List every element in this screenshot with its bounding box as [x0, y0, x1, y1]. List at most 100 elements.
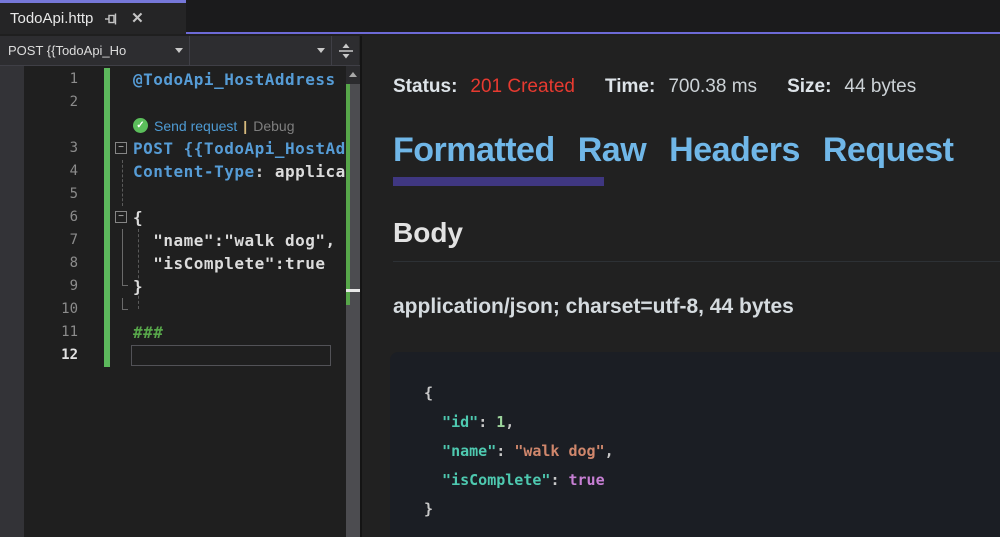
editor-line[interactable]: 3 −POST {{TodoApi_HostAddress}}/todoitems: [0, 137, 346, 160]
status-label: Status:: [393, 76, 457, 98]
fold-margin: [78, 275, 133, 298]
response-tab-request[interactable]: Request: [823, 131, 954, 170]
editor-line[interactable]: 9}: [0, 275, 346, 298]
code-token: :: [496, 442, 514, 460]
line-number: 1: [0, 68, 78, 91]
editor-line[interactable]: 6 −{: [0, 206, 346, 229]
time-value: 700.38 ms: [668, 76, 757, 98]
response-tab-raw[interactable]: Raw: [578, 131, 646, 170]
code-token: POST {{TodoApi_HostAddress}}/todoitems: [133, 139, 346, 158]
line-number: 7: [0, 229, 78, 252]
code-token: Content-Type: [133, 162, 255, 181]
code-token: ###: [133, 323, 163, 342]
editor-line[interactable]: 4Content-Type: application/json: [0, 160, 346, 183]
current-line-box: [131, 345, 331, 366]
response-json: { "id": 1, "name": "walk dog", "isComple…: [424, 379, 1000, 524]
editor-line[interactable]: 11 ###: [0, 321, 346, 344]
code-token: {: [424, 384, 433, 402]
chevron-down-icon: [317, 48, 325, 53]
request-dropdown-value: POST {{TodoApi_Ho: [8, 43, 171, 58]
editor-line[interactable]: 1 @TodoApi_HostAddress: [0, 68, 346, 91]
request-dropdown[interactable]: POST {{TodoApi_Ho: [0, 36, 190, 65]
code-token: "name":"walk dog",: [133, 231, 336, 250]
response-tab-formatted[interactable]: Formatted: [393, 131, 555, 170]
line-number: 12: [0, 344, 78, 367]
status-value: 201 Created: [470, 76, 575, 98]
code-token: }: [424, 500, 433, 518]
fold-collapse-button[interactable]: −: [115, 211, 127, 223]
navigation-bar: POST {{TodoApi_Ho: [0, 36, 360, 66]
line-number: 3: [0, 137, 78, 160]
scrollbar-up-arrow[interactable]: [346, 66, 360, 82]
debug-link[interactable]: Debug: [253, 118, 294, 134]
editor-line[interactable]: 8 "isComplete":true: [0, 252, 346, 275]
fold-margin: [78, 160, 133, 183]
code-token: :: [478, 413, 496, 431]
fold-margin: [78, 68, 133, 91]
code-token: @TodoApi_HostAddress: [133, 70, 336, 89]
editor-line[interactable]: 2: [0, 91, 346, 114]
body-heading: Body: [393, 217, 1000, 249]
line-number: 8: [0, 252, 78, 275]
response-tabs: Formatted Raw Headers Request: [393, 131, 1000, 170]
line-number: 6: [0, 206, 78, 229]
editor-pane: POST {{TodoApi_Ho: [0, 36, 360, 537]
fold-margin: [78, 298, 133, 321]
member-dropdown[interactable]: [190, 36, 332, 65]
fold-margin: [78, 183, 133, 206]
code-token: :: [550, 471, 568, 489]
response-status-row: Status: 201 Created Time: 700.38 ms Size…: [393, 76, 1000, 98]
codelens-separator: |: [243, 118, 247, 134]
close-icon[interactable]: ✕: [129, 11, 145, 27]
vs-window: TodoApi.http ✕ POST {{TodoApi_Ho: [0, 0, 1000, 537]
code-token: "name": [424, 442, 496, 460]
line-number: 11: [0, 321, 78, 344]
code-token: true: [569, 471, 605, 489]
code-token: "walk dog": [514, 442, 604, 460]
json-line: }: [424, 495, 1000, 524]
split-window-icon: [337, 42, 355, 60]
line-number: 2: [0, 91, 78, 114]
line-code: POST {{TodoApi_HostAddress}}/todoitems: [133, 137, 346, 160]
fold-margin: [78, 321, 133, 344]
line-code: "name":"walk dog",: [133, 229, 346, 252]
line-code: [133, 183, 346, 206]
editor-line[interactable]: 10: [0, 298, 346, 321]
code-token: "isComplete":true: [133, 254, 326, 273]
editor-scrollbar[interactable]: [346, 66, 360, 537]
editor-line[interactable]: 7 "name":"walk dog",: [0, 229, 346, 252]
section-rule: [393, 261, 1000, 262]
fold-margin: [78, 229, 133, 252]
content-type-line: application/json; charset=utf-8, 44 byte…: [393, 295, 1000, 319]
code-token: :: [255, 162, 275, 181]
fold-collapse-button[interactable]: −: [115, 142, 127, 154]
codelens-row: ✓Send request|Debug: [0, 114, 346, 137]
response-body-card: { "id": 1, "name": "walk dog", "isComple…: [390, 352, 1000, 537]
fold-margin: [78, 91, 133, 114]
pin-icon[interactable]: [103, 11, 119, 27]
line-code: {: [133, 206, 346, 229]
send-request-link[interactable]: Send request: [154, 118, 237, 134]
active-tab-underline: [393, 177, 604, 186]
split-window-button[interactable]: [332, 36, 359, 65]
document-tab-strip: TodoApi.http ✕: [0, 0, 1000, 34]
code-token: application/json: [275, 162, 346, 181]
tab-todoapi-http[interactable]: TodoApi.http ✕: [0, 0, 186, 34]
line-number: 9: [0, 275, 78, 298]
code-token: ,: [605, 442, 614, 460]
editor-line[interactable]: 5: [0, 183, 346, 206]
tab-title: TodoApi.http: [10, 10, 93, 27]
code-editor[interactable]: 1@TodoApi_HostAddress2✓Send request|Debu…: [0, 66, 360, 537]
line-code: [133, 91, 346, 114]
code-token: ,: [505, 413, 514, 431]
size-value: 44 bytes: [844, 76, 916, 98]
scrollbar-caret-mark: [346, 289, 360, 292]
fold-margin: [78, 344, 133, 367]
response-tab-headers[interactable]: Headers: [669, 131, 800, 170]
code-token: "isComplete": [424, 471, 550, 489]
line-code: Content-Type: application/json: [133, 160, 346, 183]
response-pane: Status: 201 Created Time: 700.38 ms Size…: [362, 36, 1000, 537]
fold-margin: [78, 252, 133, 275]
fold-margin: −: [78, 137, 133, 160]
code-token: {: [133, 208, 143, 227]
